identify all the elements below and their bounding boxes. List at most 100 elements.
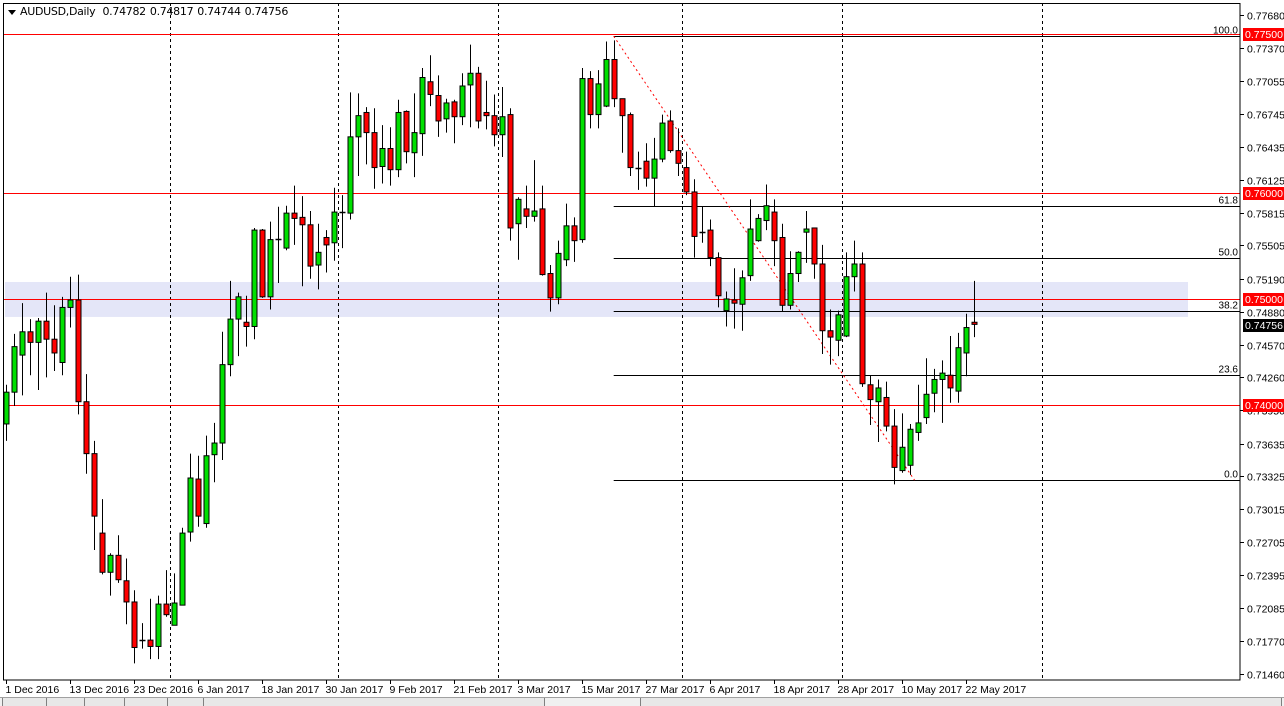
- candle-body: [652, 159, 657, 178]
- candle: [956, 333, 961, 403]
- candle: [908, 424, 913, 475]
- x-tick-label: 13 Dec 2016: [70, 684, 130, 696]
- candle-body: [796, 252, 801, 273]
- candle-body: [740, 278, 745, 304]
- y-tick-label: 0.73325: [1247, 472, 1284, 484]
- y-tick-label: 0.72085: [1247, 604, 1284, 616]
- candle: [508, 108, 513, 240]
- candle-body: [924, 394, 929, 417]
- candle: [580, 68, 585, 243]
- candle-body: [220, 365, 225, 443]
- candle: [428, 55, 433, 106]
- candle-body: [484, 112, 489, 115]
- candle: [924, 358, 929, 424]
- price-chart[interactable]: 100.061.850.038.223.60.0 0.776800.773700…: [0, 0, 1284, 697]
- candle-body: [668, 121, 673, 151]
- y-tick-label: 0.74570: [1247, 341, 1284, 353]
- candle: [180, 528, 185, 605]
- y-tick-label: 0.77055: [1247, 77, 1284, 89]
- y-tick-label: 0.73635: [1247, 440, 1284, 452]
- candle-body: [956, 348, 961, 391]
- candle: [476, 67, 481, 128]
- candle: [412, 93, 417, 177]
- candle: [628, 112, 633, 176]
- y-tick-label: 0.76435: [1247, 143, 1284, 155]
- y-tick-label: 0.75505: [1247, 241, 1284, 253]
- candle-body: [532, 211, 537, 216]
- candle-body: [164, 604, 169, 615]
- candle-body: [364, 112, 369, 132]
- candle-body: [12, 347, 17, 393]
- candle-body: [540, 209, 545, 275]
- candle: [652, 138, 657, 207]
- candle: [892, 409, 897, 484]
- x-tick-label: 15 Mar 2017: [582, 684, 641, 696]
- candle: [828, 310, 833, 365]
- candle: [284, 206, 289, 250]
- candle-body: [308, 225, 313, 266]
- candle: [788, 251, 793, 309]
- candle: [300, 196, 305, 286]
- candle: [404, 110, 409, 163]
- candle: [60, 297, 65, 375]
- candle: [348, 92, 353, 219]
- candle: [332, 188, 337, 261]
- candle-body: [804, 229, 809, 232]
- x-tick-label: 28 Apr 2017: [838, 684, 895, 696]
- candle: [612, 40, 617, 107]
- candle-body: [948, 375, 953, 388]
- x-tick-label: 18 Apr 2017: [774, 684, 831, 696]
- candle-body: [748, 229, 753, 276]
- candle-body: [916, 423, 921, 433]
- candle-body: [292, 213, 297, 218]
- x-tick-label: 10 May 2017: [902, 684, 963, 696]
- candle-body: [196, 479, 201, 516]
- candle: [20, 303, 25, 395]
- candle: [268, 222, 273, 310]
- candle-body: [60, 307, 65, 362]
- candle-body: [500, 117, 505, 135]
- candle: [356, 93, 361, 176]
- candle: [220, 332, 225, 460]
- candle: [900, 413, 905, 472]
- fib-level-label: 0.0: [1224, 470, 1238, 481]
- candle: [844, 252, 849, 337]
- candle: [700, 207, 706, 243]
- candle-body: [124, 581, 129, 602]
- candle-body: [708, 230, 713, 258]
- candle-body: [644, 161, 649, 178]
- candle-body: [684, 168, 689, 192]
- candle-body: [108, 555, 113, 572]
- candle-body: [44, 321, 49, 339]
- candle-body: [628, 115, 633, 168]
- candle: [572, 217, 577, 261]
- candle-body: [20, 332, 25, 355]
- candle-body: [596, 84, 601, 115]
- level-price-label: 0.75000: [1245, 294, 1283, 306]
- candle: [324, 230, 329, 272]
- candle: [660, 115, 665, 163]
- candle: [308, 211, 313, 279]
- candle: [420, 68, 425, 156]
- candle: [812, 228, 817, 279]
- y-tick-label: 0.77370: [1247, 44, 1284, 56]
- candle: [636, 152, 642, 190]
- candle: [28, 319, 33, 375]
- candle: [780, 224, 785, 312]
- x-tick-label: 9 Feb 2017: [390, 684, 443, 696]
- candle: [540, 186, 545, 276]
- candle: [4, 385, 9, 441]
- candle-body: [580, 79, 585, 240]
- candle: [644, 143, 649, 186]
- candle-body: [316, 252, 321, 265]
- candle: [372, 108, 377, 189]
- candle-body: [228, 319, 233, 365]
- plot-area: 100.061.850.038.223.60.0: [3, 3, 1240, 680]
- candle-body: [188, 478, 193, 532]
- candle-body: [724, 299, 729, 311]
- candle-body: [132, 602, 137, 648]
- candle: [452, 100, 457, 143]
- x-tick-label: 1 Dec 2016: [6, 684, 60, 696]
- candle: [116, 535, 121, 583]
- y-tick-label: 0.74880: [1247, 308, 1284, 320]
